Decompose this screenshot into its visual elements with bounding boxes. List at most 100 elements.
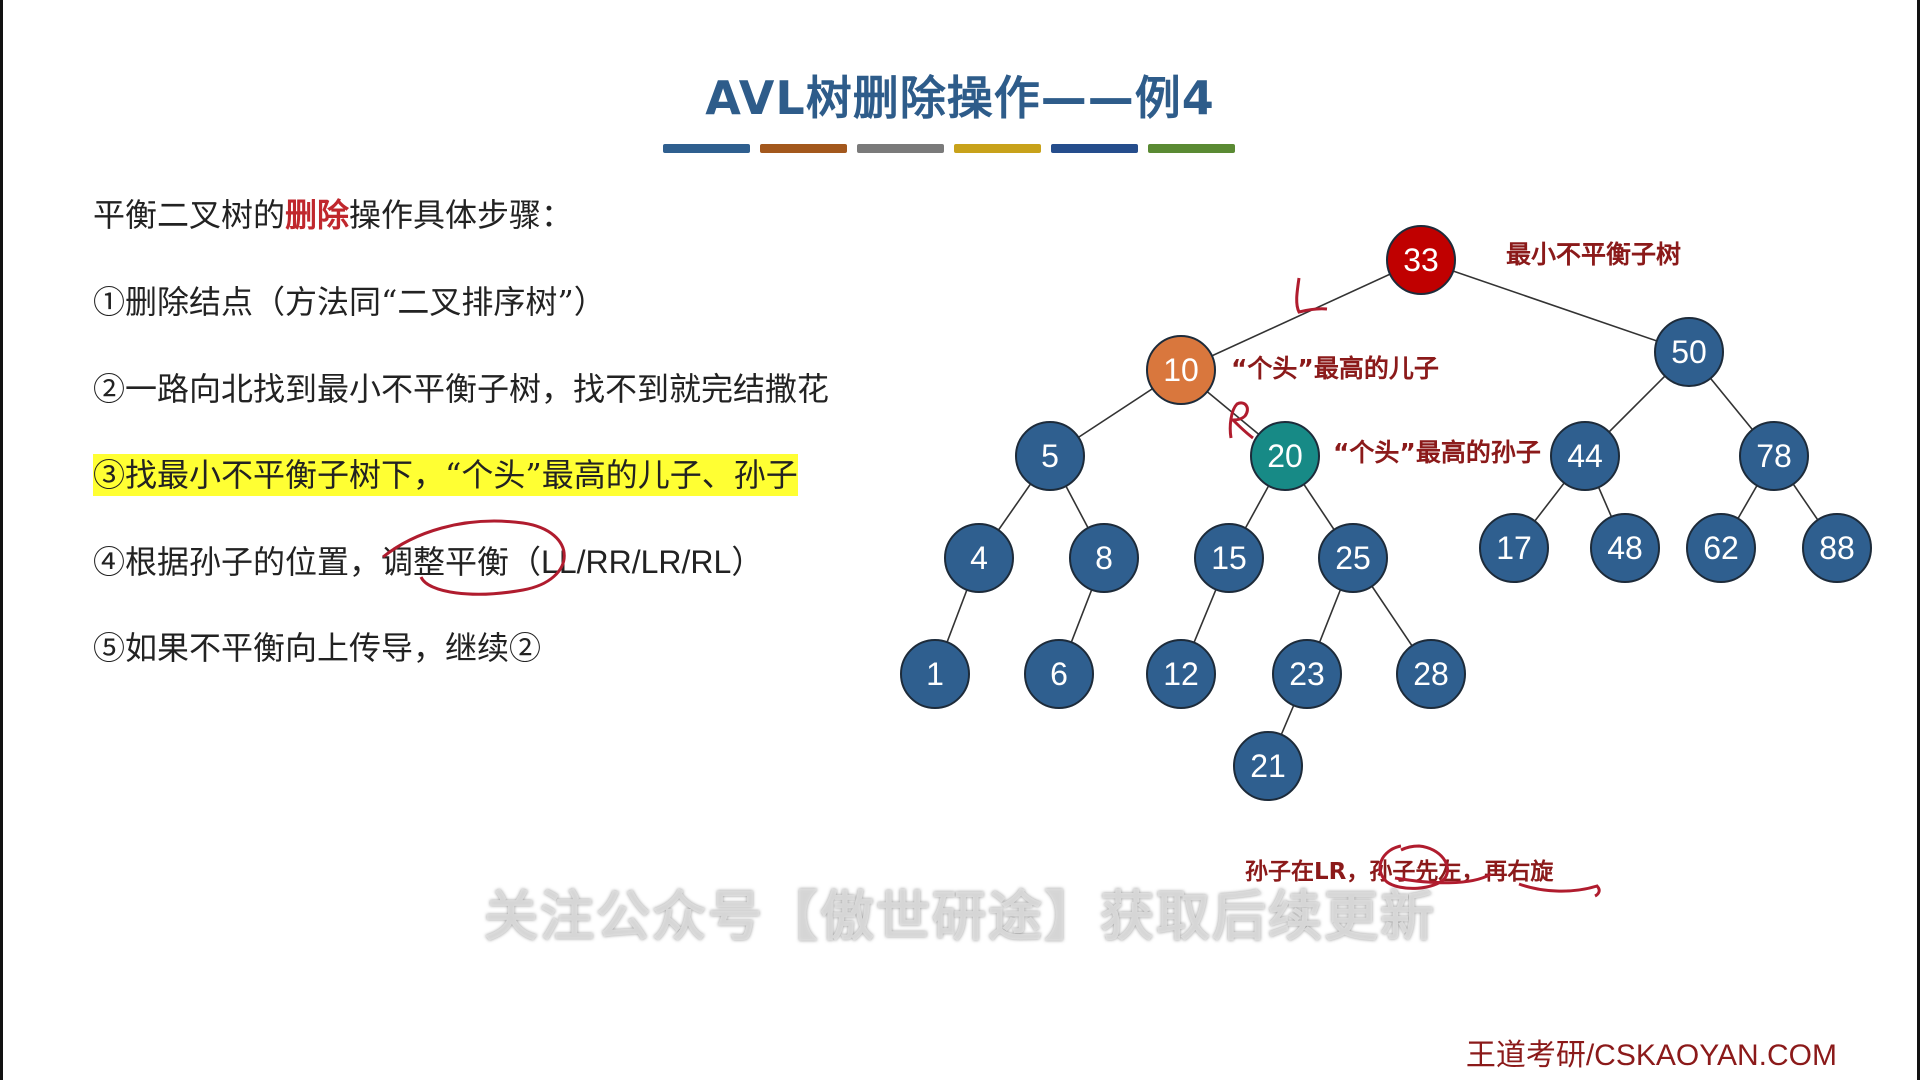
tree-node-circle — [1479, 513, 1549, 583]
intro-suffix: 操作具体步骤： — [349, 196, 574, 234]
tree-edge-15-12 — [1180, 557, 1230, 675]
tree-edge-4-1 — [934, 557, 980, 675]
tree-edge-5-8 — [1049, 455, 1105, 559]
tree-node-label: 15 — [1211, 540, 1247, 576]
ink-letter-r — [1228, 401, 1254, 440]
tree-node-6: 6 — [1024, 639, 1094, 709]
step-3-highlight: ③找最小不平衡子树下，“个头”最高的儿子、孙子 — [93, 454, 798, 496]
tree-node-label: 1 — [926, 656, 944, 692]
tree-node-circle — [944, 523, 1014, 593]
tree-node-circle — [1590, 513, 1660, 583]
tree-edge-44-17 — [1513, 455, 1586, 549]
tree-node-label: 88 — [1819, 530, 1855, 566]
tree-node-circle — [1686, 513, 1756, 583]
footer-brand: 王道考研/CSKAOYAN.COM — [1465, 1039, 1837, 1072]
step-2: ②一路向北找到最小不平衡子树，找不到就完结撒花 — [93, 370, 830, 408]
tree-edge-50-44 — [1584, 351, 1690, 457]
tree-node-label: 8 — [1095, 540, 1113, 576]
tree-node-label: 5 — [1041, 438, 1059, 474]
tree-node-10: 10 — [1146, 335, 1216, 405]
color-bar-segment-2 — [760, 144, 847, 153]
tree-node-circle — [1386, 225, 1456, 295]
color-bar-segment-4 — [954, 144, 1041, 153]
tree-node-circle — [1550, 421, 1620, 491]
tree-node-label: 10 — [1163, 352, 1199, 388]
step-1: ①删除结点（方法同“二叉排序树”） — [93, 283, 606, 321]
tree-node-label: 78 — [1756, 438, 1792, 474]
step-4-prefix: ④根据孙子的位置， — [93, 543, 382, 581]
tree-node-circle — [1146, 639, 1216, 709]
tree-edge-78-62 — [1720, 455, 1775, 549]
tree-edge-25-28 — [1352, 557, 1432, 675]
tree-node-circle — [900, 639, 970, 709]
tree-node-label: 33 — [1403, 242, 1439, 278]
tree-node-label: 44 — [1567, 438, 1603, 474]
ink-letter-l — [1295, 277, 1328, 314]
tree-node-circle — [1739, 421, 1809, 491]
tree-node-circle — [1233, 731, 1303, 801]
tree-edge-33-50 — [1420, 259, 1690, 353]
tree-node-4: 4 — [944, 523, 1014, 593]
tree-node-44: 44 — [1550, 421, 1620, 491]
tree-node-label: 25 — [1335, 540, 1371, 576]
tree-node-48: 48 — [1590, 513, 1660, 583]
tree-edge-23-21 — [1267, 673, 1308, 767]
title-color-bar — [663, 144, 1235, 153]
tree-edge-10-5 — [1049, 369, 1182, 457]
tree-node-15: 15 — [1194, 523, 1264, 593]
tree-node-label: 20 — [1267, 438, 1303, 474]
step-4: ④根据孙子的位置，调整平衡（LL/RR/LR/RL） — [93, 537, 763, 583]
tree-node-circle — [1250, 421, 1320, 491]
tree-node-circle — [1146, 335, 1216, 405]
tree-edge-5-4 — [978, 455, 1051, 559]
tree-node-circle — [1069, 523, 1139, 593]
watermark: 关注公众号【傲世研途】获取后续更新 — [484, 885, 1436, 948]
tree-node-circle — [1272, 639, 1342, 709]
tree-node-circle — [1024, 639, 1094, 709]
tree-node-circle — [1318, 523, 1388, 593]
color-bar-segment-1 — [663, 144, 750, 153]
step-4-adjust: 调整平衡 — [381, 543, 510, 581]
tree-node-label: 28 — [1413, 656, 1449, 692]
tree-node-circle — [1654, 317, 1724, 387]
intro-prefix: 平衡二叉树的 — [93, 196, 286, 234]
tree-node-circle — [1802, 513, 1872, 583]
tree-node-label: 23 — [1289, 656, 1325, 692]
tree-node-label: 21 — [1250, 748, 1286, 784]
color-bar-segment-5 — [1051, 144, 1138, 153]
note-tallest-son: “个头”最高的儿子 — [1231, 354, 1439, 383]
tree-edge-8-6 — [1058, 557, 1105, 675]
slide-title: AVL树删除操作——例4 — [705, 71, 1215, 125]
tree-node-label: 48 — [1607, 530, 1643, 566]
tree-edge-20-25 — [1284, 455, 1354, 559]
color-bar-segment-3 — [857, 144, 944, 153]
tree-node-17: 17 — [1479, 513, 1549, 583]
tree-node-20: 20 — [1250, 421, 1320, 491]
tree-node-28: 28 — [1396, 639, 1466, 709]
tree-node-62: 62 — [1686, 513, 1756, 583]
slide: AVL树删除操作——例4 平衡二叉树的删除操作具体步骤： ①删除结点（方法同“二… — [3, 0, 1917, 1080]
tree-node-25: 25 — [1318, 523, 1388, 593]
tree-node-label: 12 — [1163, 656, 1199, 692]
tree-node-33: 33 — [1386, 225, 1456, 295]
tree-node-78: 78 — [1739, 421, 1809, 491]
tree-node-label: 17 — [1496, 530, 1532, 566]
note-tallest-grandson: “个头”最高的孙子 — [1333, 438, 1541, 467]
tree-node-23: 23 — [1272, 639, 1342, 709]
tree-edge-78-88 — [1773, 455, 1838, 549]
tree-node-label: 62 — [1703, 530, 1739, 566]
tree-node-circle — [1015, 421, 1085, 491]
tree-node-12: 12 — [1146, 639, 1216, 709]
tree-node-5: 5 — [1015, 421, 1085, 491]
tree-node-8: 8 — [1069, 523, 1139, 593]
tree-node-88: 88 — [1802, 513, 1872, 583]
intro-delete-word: 删除 — [285, 196, 350, 234]
step-3: ③找最小不平衡子树下，“个头”最高的儿子、孙子 — [93, 450, 798, 496]
tree-node-1: 1 — [900, 639, 970, 709]
color-bar-segment-6 — [1148, 144, 1235, 153]
tree-node-label: 50 — [1671, 334, 1707, 370]
steps-intro: 平衡二叉树的删除操作具体步骤： — [93, 190, 573, 236]
note-min-unbalanced: 最小不平衡子树 — [1506, 240, 1682, 269]
tree-edge-44-48 — [1584, 455, 1626, 549]
tree-node-circle — [1194, 523, 1264, 593]
